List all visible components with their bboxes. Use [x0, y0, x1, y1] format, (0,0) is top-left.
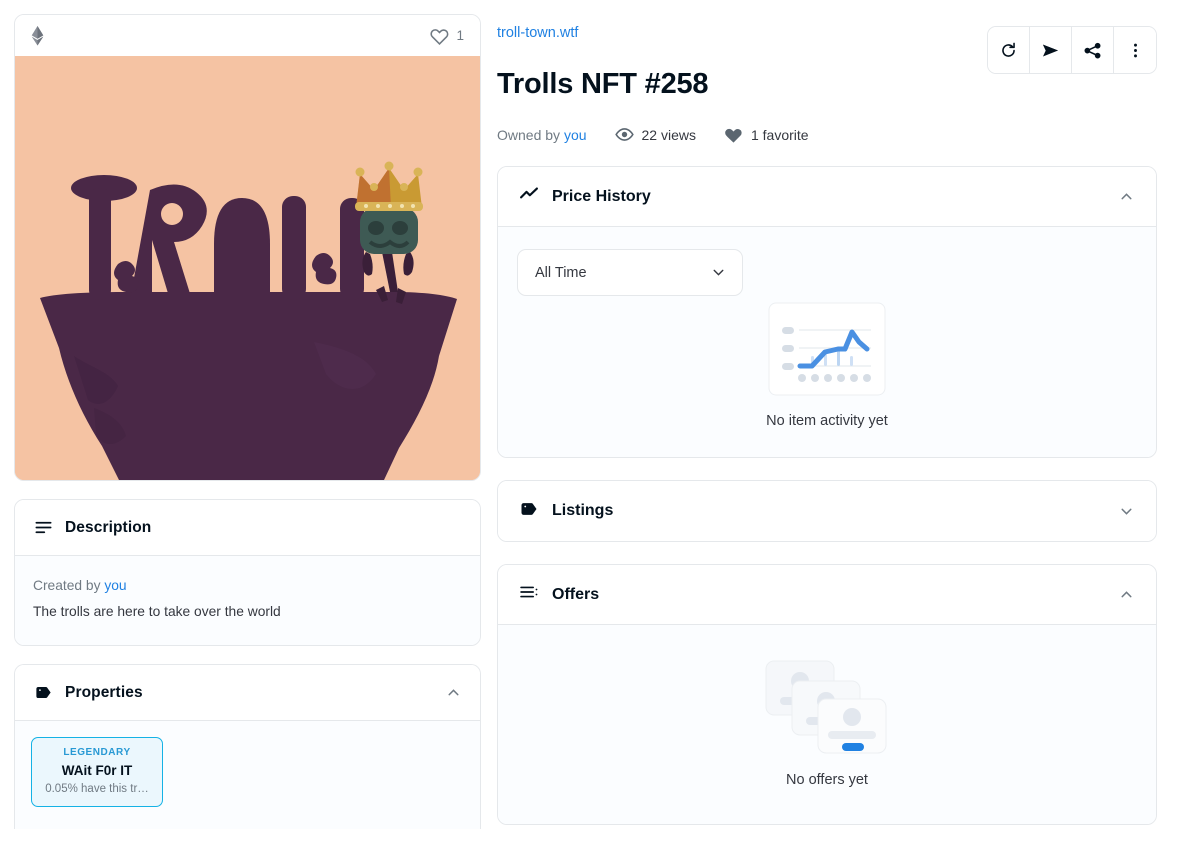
- tag-filled-icon: [519, 499, 539, 524]
- share-icon: [1084, 42, 1101, 58]
- views-group: 22 views: [614, 125, 696, 144]
- transfer-button[interactable]: [1030, 27, 1072, 73]
- favorite-count: 1: [456, 28, 464, 43]
- collection-link[interactable]: troll-town.wtf: [497, 25, 578, 41]
- created-by-prefix: Created by: [33, 578, 105, 593]
- nft-artwork[interactable]: [15, 56, 480, 480]
- price-history-title: Price History: [552, 187, 651, 205]
- artwork-illustration: [15, 56, 480, 480]
- trait-type: LEGENDARY: [63, 747, 131, 758]
- page-title: Trolls NFT #258: [497, 68, 709, 100]
- stacked-cards-icon: [764, 659, 890, 760]
- price-history-header[interactable]: Price History: [498, 167, 1156, 227]
- description-text: The trolls are here to take over the wor…: [33, 604, 281, 619]
- properties-body: LEGENDARY WAit F0r IT 0.05% have this tr…: [15, 721, 480, 829]
- chevron-down-icon: [710, 264, 727, 281]
- tag-filled-icon: [33, 683, 53, 702]
- chevron-up-icon[interactable]: [445, 684, 462, 701]
- trend-line-icon: [519, 184, 539, 209]
- header-row: troll-town.wtf Trolls NFT #258: [497, 24, 1157, 101]
- artwork-card: 1: [14, 14, 481, 481]
- chevron-up-icon[interactable]: [1118, 188, 1135, 205]
- price-history-empty-state: No item activity yet: [517, 302, 1137, 429]
- ethereum-icon: [31, 25, 44, 46]
- heart-filled-icon: [724, 125, 743, 144]
- properties-title: Properties: [65, 683, 143, 701]
- eye-icon: [614, 125, 634, 144]
- properties-header[interactable]: Properties: [15, 665, 480, 721]
- views-count: 22 views: [641, 126, 696, 143]
- description-title: Description: [65, 518, 152, 536]
- trait-value: WAit F0r IT: [61, 763, 133, 778]
- favorites-group: 1 favorite: [724, 125, 809, 144]
- item-meta-row: Owned by you 22 views 1 favorite: [497, 125, 1157, 144]
- listings-header[interactable]: Listings: [498, 481, 1156, 541]
- price-history-empty-text: No item activity yet: [766, 413, 888, 429]
- trait-card[interactable]: LEGENDARY WAit F0r IT 0.05% have this tr…: [31, 737, 163, 807]
- chevron-up-icon[interactable]: [1118, 586, 1135, 603]
- more-options-button[interactable]: [1114, 27, 1156, 73]
- trait-rarity: 0.05% have this tr…: [45, 783, 149, 795]
- time-range-value: All Time: [535, 264, 587, 281]
- share-button[interactable]: [1072, 27, 1114, 73]
- owned-by-group: Owned by you: [497, 127, 587, 143]
- description-header[interactable]: Description: [15, 500, 480, 556]
- nft-detail-page: 1 Description Created by you The trolls …: [0, 0, 1200, 858]
- refresh-metadata-button[interactable]: [988, 27, 1030, 73]
- chevron-down-icon[interactable]: [1118, 503, 1135, 520]
- chart-placeholder-icon: [768, 302, 886, 401]
- listings-panel: Listings: [497, 480, 1157, 542]
- owner-link[interactable]: you: [564, 127, 587, 143]
- offers-title: Offers: [552, 585, 600, 603]
- price-history-panel: Price History All Time No item activity …: [497, 166, 1157, 458]
- artwork-toolbar: 1: [15, 15, 480, 56]
- favorites-count: 1 favorite: [750, 126, 809, 143]
- offers-panel: Offers No offers yet: [497, 564, 1157, 825]
- left-column: 1 Description Created by you The trolls …: [14, 14, 481, 858]
- description-lines-icon: [33, 518, 53, 537]
- header-text-group: troll-town.wtf Trolls NFT #258: [497, 24, 709, 101]
- send-icon: [1042, 44, 1059, 56]
- favorite-button[interactable]: 1: [430, 26, 464, 45]
- price-history-body: All Time No item activity yet: [498, 227, 1156, 457]
- offers-empty-state: No offers yet: [498, 659, 1156, 788]
- created-by-line: Created by you: [33, 578, 462, 593]
- heart-outline-icon: [430, 29, 449, 45]
- ellipsis-vertical-icon: [1133, 43, 1137, 57]
- time-range-select[interactable]: All Time: [517, 249, 743, 296]
- offers-header[interactable]: Offers: [498, 565, 1156, 625]
- listings-title: Listings: [552, 502, 614, 519]
- properties-card: Properties LEGENDARY WAit F0r IT 0.05% h…: [14, 664, 481, 829]
- refresh-icon: [1002, 42, 1015, 57]
- description-card: Description Created by you The trolls ar…: [14, 499, 481, 646]
- right-column: troll-town.wtf Trolls NFT #258 Owned by …: [497, 14, 1157, 858]
- action-button-group: [987, 26, 1157, 74]
- owned-by-prefix: Owned by: [497, 126, 564, 143]
- offers-body: No offers yet: [498, 625, 1156, 824]
- offers-empty-text: No offers yet: [786, 772, 868, 788]
- description-body: Created by you The trolls are here to ta…: [15, 556, 480, 645]
- list-icon: [519, 582, 539, 607]
- creator-link[interactable]: you: [104, 578, 126, 593]
